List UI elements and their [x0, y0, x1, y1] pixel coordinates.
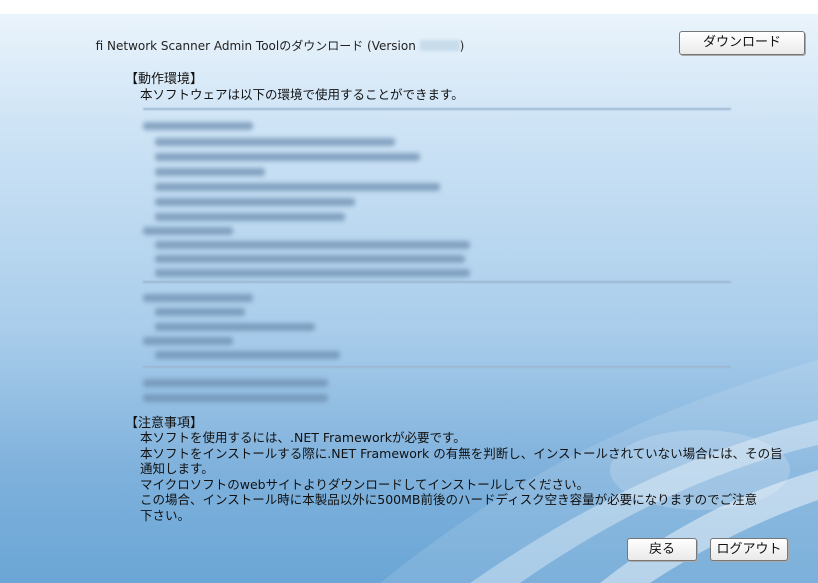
- note-line: マイクロソフトのwebサイトよりダウンロードしてインストールしてください。: [140, 476, 589, 492]
- logout-button[interactable]: ログアウト: [710, 538, 788, 561]
- back-button[interactable]: 戻る: [627, 538, 697, 561]
- note-line: 本ソフトを使用するには、.NET Frameworkが必要です。: [140, 430, 466, 445]
- note-line: 通知します。: [140, 461, 214, 476]
- version-redacted: [419, 40, 460, 51]
- title-suffix: ): [459, 39, 465, 53]
- download-button[interactable]: ダウンロード: [679, 31, 805, 55]
- page-title: fi Network Scanner Admin Toolのダウンロード (Ve…: [0, 37, 560, 54]
- note-line: この場合、インストール時に本製品以外に500MB前後のハードディスク空き容量が必…: [140, 492, 758, 507]
- notes-list: 本ソフトを使用するには、.NET Frameworkが必要です。 本ソフトをイン…: [140, 430, 783, 523]
- notes-heading: 【注意事項】: [125, 416, 204, 431]
- note-line: 下さい。: [140, 507, 191, 523]
- environment-heading: 【動作環境】: [125, 72, 204, 87]
- download-page: fi Network Scanner Admin Toolのダウンロード (Ve…: [0, 0, 818, 583]
- environment-description: 本ソフトウェアは以下の環境で使用することができます。: [140, 87, 464, 102]
- note-line: 本ソフトをインストールする際に.NET Framework の有無を判断し、イン…: [140, 445, 783, 461]
- environment-list-redacted: [143, 108, 733, 408]
- title-text: fi Network Scanner Admin Toolのダウンロード (Ve…: [95, 39, 416, 53]
